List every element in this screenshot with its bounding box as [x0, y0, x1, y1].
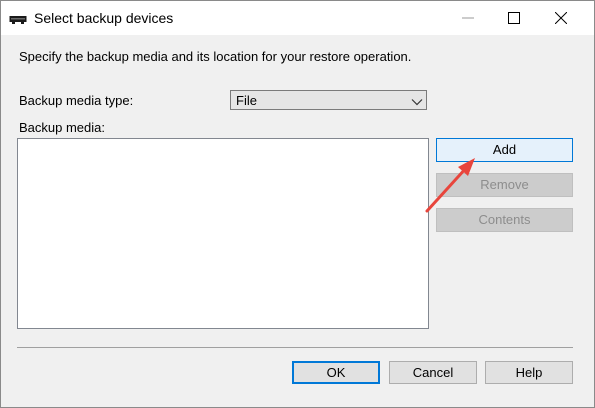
close-icon — [555, 12, 567, 24]
tape-drive-icon — [9, 13, 27, 24]
dialog-description: Specify the backup media and its locatio… — [19, 49, 412, 64]
maximize-button[interactable] — [491, 1, 537, 35]
close-button[interactable] — [538, 1, 584, 35]
minimize-button[interactable] — [445, 1, 491, 35]
backup-media-label: Backup media: — [19, 120, 105, 135]
minimize-icon — [462, 17, 474, 19]
title-bar[interactable]: Select backup devices — [1, 1, 594, 35]
maximize-icon — [508, 12, 520, 24]
backup-media-type-value: File — [236, 93, 257, 108]
footer-divider — [17, 347, 573, 348]
cancel-button[interactable]: Cancel — [389, 361, 477, 384]
backup-media-type-select[interactable]: File — [230, 90, 427, 110]
backup-media-type-label: Backup media type: — [19, 93, 134, 108]
ok-button[interactable]: OK — [292, 361, 380, 384]
help-button[interactable]: Help — [485, 361, 573, 384]
chevron-down-icon — [411, 95, 423, 110]
backup-media-list[interactable] — [17, 138, 429, 329]
window-title: Select backup devices — [34, 10, 174, 26]
red-arrow-icon — [425, 158, 475, 213]
select-backup-devices-dialog: Select backup devices Specify the backup… — [0, 0, 595, 408]
